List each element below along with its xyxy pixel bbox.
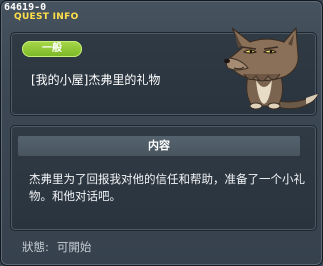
category-badge: 一般	[22, 41, 82, 57]
quest-name: [我的小屋]杰弗里的礼物	[31, 73, 161, 87]
quest-description: 杰弗里为了回报我对他的信任和帮助，准备了一个小礼物。和他对话吧。	[29, 172, 305, 203]
quest-status: 狀態: 可開始	[22, 239, 91, 255]
quest-info-window: 64619-0 QUEST INFO 一般 [我的小屋]杰弗里的礼物 内容 杰弗…	[0, 0, 323, 266]
status-value: 可開始	[56, 240, 92, 254]
status-label: 狀態:	[22, 240, 49, 254]
window-title: QUEST INFO	[14, 12, 79, 22]
content-section-header: 内容	[18, 136, 300, 156]
wolf-npc-icon	[224, 26, 319, 110]
